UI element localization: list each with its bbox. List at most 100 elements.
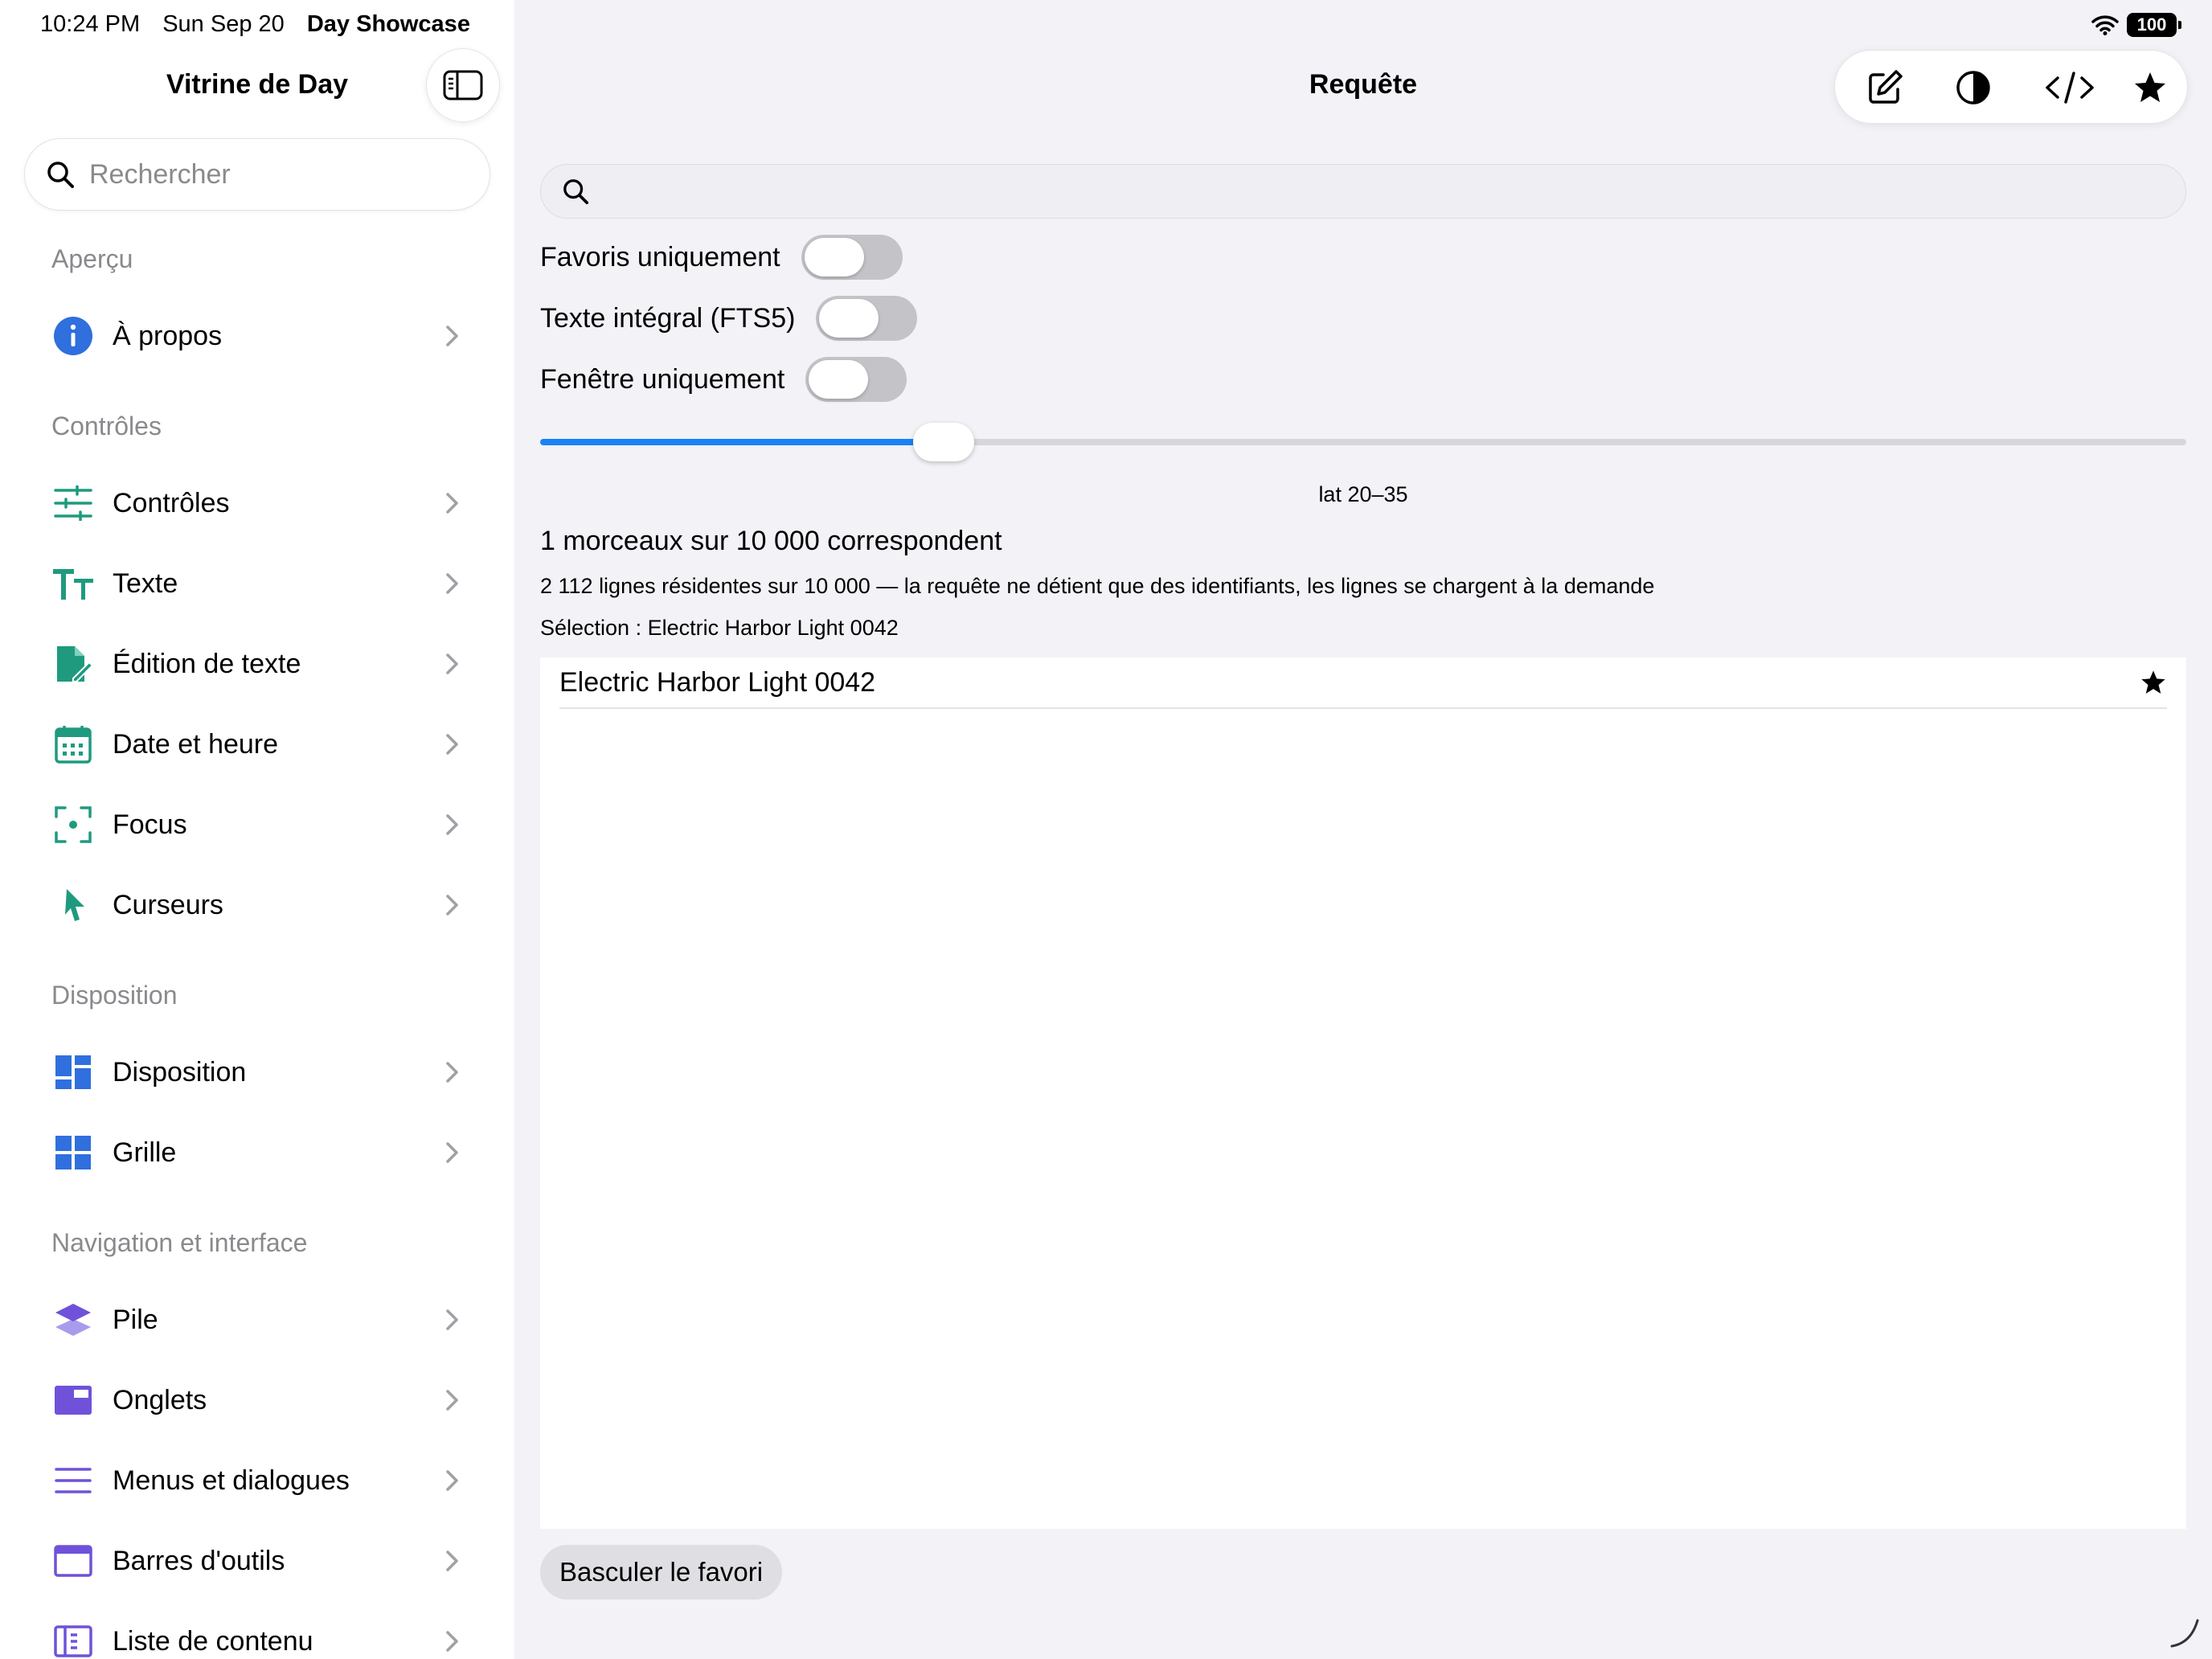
tabs-icon bbox=[51, 1378, 95, 1422]
switch-knob bbox=[804, 238, 864, 276]
chevron-right-icon bbox=[446, 326, 458, 346]
slider-thumb[interactable] bbox=[912, 423, 974, 461]
chevron-right-icon bbox=[446, 1390, 458, 1411]
sidebar: 10:24 PM Sun Sep 20 Day Showcase Vitrine… bbox=[0, 0, 514, 1659]
calendar-icon bbox=[51, 723, 95, 766]
window-only-switch[interactable] bbox=[805, 357, 907, 402]
search-icon bbox=[563, 179, 589, 205]
sidebar-item-focus[interactable]: Focus bbox=[0, 788, 514, 862]
code-view-button[interactable] bbox=[2039, 65, 2100, 110]
switch-knob bbox=[809, 360, 869, 399]
status-date: Sun Sep 20 bbox=[162, 11, 285, 37]
sidebar-item-disposition[interactable]: Disposition bbox=[0, 1035, 514, 1109]
latitude-slider[interactable] bbox=[540, 423, 2186, 461]
sidebar-item-texte[interactable]: Texte bbox=[0, 547, 514, 621]
chevron-right-icon bbox=[446, 493, 458, 514]
toggle-label: Favoris uniquement bbox=[540, 241, 780, 272]
sidebar-item-label: Édition de texte bbox=[113, 648, 301, 679]
sidebar-item-grille[interactable]: Grille bbox=[0, 1116, 514, 1190]
stack-icon bbox=[51, 1298, 95, 1342]
section-header-controles: Contrôles bbox=[51, 412, 162, 440]
sidebar-item-menus-et-dialogues[interactable]: Menus et dialogues bbox=[0, 1444, 514, 1518]
sidebar-search-placeholder: Rechercher bbox=[89, 158, 231, 190]
chevron-right-icon bbox=[446, 734, 458, 755]
sidebar-item-label: Barres d'outils bbox=[113, 1545, 285, 1576]
chevron-right-icon bbox=[446, 895, 458, 916]
slider-fill bbox=[540, 439, 944, 445]
sidebar-item-liste-de-contenu[interactable]: Liste de contenu bbox=[0, 1604, 514, 1659]
sidebar-item-onglets[interactable]: Onglets bbox=[0, 1363, 514, 1437]
full-text-switch[interactable] bbox=[816, 296, 918, 341]
slider-caption: lat 20–35 bbox=[1318, 482, 1408, 506]
content-list-icon bbox=[51, 1620, 95, 1659]
sidebar-item-pile[interactable]: Pile bbox=[0, 1283, 514, 1357]
document-edit-icon bbox=[51, 642, 95, 686]
toolbar-window-icon bbox=[51, 1539, 95, 1583]
query-search-input[interactable] bbox=[540, 164, 2186, 219]
chevron-right-icon bbox=[446, 1550, 458, 1571]
chevron-right-icon bbox=[446, 1309, 458, 1330]
top-toolbar bbox=[1834, 50, 2188, 124]
toggle-favorite-button[interactable]: Basculer le favori bbox=[540, 1545, 783, 1600]
chevron-right-icon bbox=[446, 1142, 458, 1163]
section-header-disposition: Disposition bbox=[51, 981, 178, 1010]
sidebar-item-controles[interactable]: Contrôles bbox=[0, 466, 514, 540]
favorites-only-switch[interactable] bbox=[801, 235, 903, 280]
grid-icon bbox=[51, 1131, 95, 1174]
wifi-icon bbox=[2091, 15, 2119, 35]
pointer-icon bbox=[51, 883, 95, 927]
toggle-row-favoris: Favoris uniquement bbox=[540, 235, 903, 280]
sidebar-item-label: Focus bbox=[113, 809, 187, 840]
resident-rows-text: 2 112 lignes résidentes sur 10 000 — la … bbox=[540, 574, 1655, 598]
toggle-label: Texte intégral (FTS5) bbox=[540, 302, 796, 334]
sidebar-item-label: Curseurs bbox=[113, 889, 223, 920]
sidebar-item-label: Pile bbox=[113, 1304, 158, 1335]
sidebar-item-curseurs[interactable]: Curseurs bbox=[0, 868, 514, 942]
resize-handle-icon[interactable] bbox=[2167, 1616, 2202, 1651]
match-count-text: 1 morceaux sur 10 000 correspondent bbox=[540, 526, 1002, 556]
sidebar-item-label: Menus et dialogues bbox=[113, 1464, 350, 1496]
chevron-right-icon bbox=[446, 573, 458, 594]
sidebar-item-label: À propos bbox=[113, 320, 223, 351]
battery-indicator: 100 bbox=[2127, 13, 2181, 37]
focus-viewfinder-icon bbox=[51, 803, 95, 846]
menu-lines-icon bbox=[51, 1459, 95, 1502]
sliders-icon bbox=[51, 481, 95, 525]
main-content: 100 Requête Favoris uniquement Texte int… bbox=[514, 0, 2212, 1659]
text-size-icon bbox=[51, 562, 95, 605]
chevron-right-icon bbox=[446, 1470, 458, 1491]
sidebar-item-barres-d-outils[interactable]: Barres d'outils bbox=[0, 1524, 514, 1598]
sidebar-toggle-button[interactable] bbox=[426, 48, 500, 122]
sidebar-item-label: Onglets bbox=[113, 1384, 207, 1415]
status-bar-left: 10:24 PM Sun Sep 20 Day Showcase bbox=[40, 11, 470, 38]
sidebar-toggle-icon bbox=[443, 70, 483, 100]
compose-icon bbox=[1869, 70, 1903, 104]
chevron-right-icon bbox=[446, 1062, 458, 1083]
star-icon bbox=[2135, 72, 2165, 102]
toggle-row-fenetre: Fenêtre uniquement bbox=[540, 357, 907, 402]
status-bar-right: 100 bbox=[2091, 13, 2181, 37]
sidebar-item-label: Disposition bbox=[113, 1056, 247, 1088]
status-app-name: Day Showcase bbox=[306, 11, 470, 37]
section-header-apercu: Aperçu bbox=[51, 244, 133, 273]
sidebar-item-label: Grille bbox=[113, 1137, 177, 1168]
sidebar-item-edition-de-texte[interactable]: Édition de texte bbox=[0, 627, 514, 701]
sidebar-item-label: Texte bbox=[113, 567, 178, 599]
list-item-label: Electric Harbor Light 0042 bbox=[559, 667, 876, 698]
status-time: 10:24 PM bbox=[40, 11, 141, 37]
favorite-toolbar-button[interactable] bbox=[2128, 65, 2173, 110]
star-icon bbox=[2141, 670, 2165, 694]
toggle-label: Fenêtre uniquement bbox=[540, 363, 785, 395]
contrast-icon bbox=[1956, 71, 1990, 104]
sidebar-item-label: Liste de contenu bbox=[113, 1625, 313, 1657]
sidebar-item-a-propos[interactable]: À propos bbox=[0, 299, 514, 373]
sidebar-search-field[interactable]: Rechercher bbox=[24, 138, 490, 211]
chevron-right-icon bbox=[446, 814, 458, 835]
appearance-toggle-button[interactable] bbox=[1951, 65, 1996, 110]
results-list: Electric Harbor Light 0042 bbox=[540, 657, 2186, 1529]
sidebar-item-date-et-heure[interactable]: Date et heure bbox=[0, 707, 514, 781]
compose-button[interactable] bbox=[1862, 65, 1907, 110]
list-item[interactable]: Electric Harbor Light 0042 bbox=[559, 657, 2167, 709]
info-icon bbox=[51, 314, 95, 358]
sidebar-item-label: Date et heure bbox=[113, 728, 279, 760]
